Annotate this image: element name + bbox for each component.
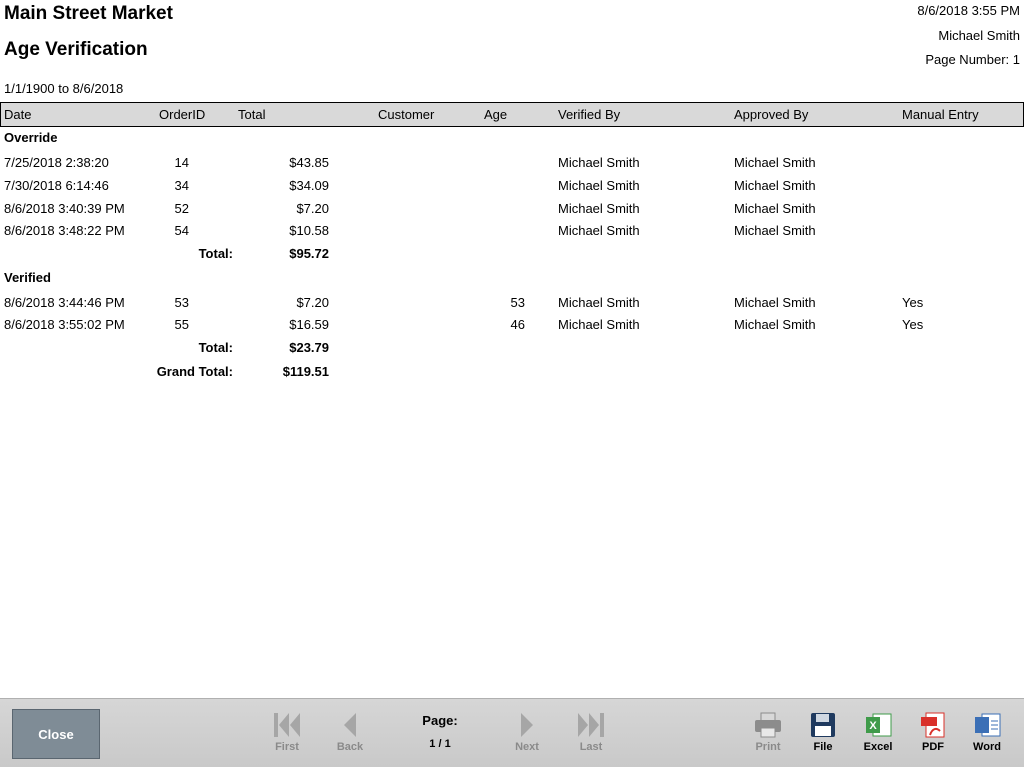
word-button[interactable]: Word — [962, 711, 1012, 757]
page-label: Page: — [422, 713, 458, 728]
printer-icon — [755, 712, 781, 738]
first-page-button[interactable]: First — [262, 711, 312, 757]
back-label: Back — [336, 741, 364, 753]
group-total-label: Total: — [198, 246, 233, 261]
cell-order-id: 52 — [174, 201, 189, 216]
cell-date: 8/6/2018 3:55:02 PM — [4, 317, 125, 332]
grand-total-value: $119.51 — [282, 364, 329, 379]
report-user: Michael Smith — [938, 28, 1020, 43]
cell-total: $34.09 — [289, 178, 329, 193]
cell-age: 53 — [510, 295, 525, 310]
cell-order-id: 14 — [174, 155, 189, 170]
last-page-icon — [578, 713, 604, 737]
grand-total-label: Grand Total: — [156, 364, 233, 379]
cell-date: 7/25/2018 2:38:20 — [4, 155, 109, 170]
cell-total: $10.58 — [289, 223, 329, 238]
report-title: Age Verification — [4, 39, 148, 60]
cell-approved-by: Michael Smith — [734, 317, 816, 332]
cell-date: 8/6/2018 3:40:39 PM — [4, 201, 125, 216]
cell-order-id: 53 — [174, 295, 189, 310]
cell-order-id: 34 — [174, 178, 189, 193]
cell-date: 7/30/2018 6:14:46 — [4, 178, 109, 193]
cell-order-id: 54 — [174, 223, 189, 238]
cell-verified-by: Michael Smith — [558, 155, 640, 170]
cell-approved-by: Michael Smith — [734, 201, 816, 216]
first-page-icon — [274, 713, 300, 737]
next-label: Next — [515, 741, 539, 753]
cell-approved-by: Michael Smith — [734, 178, 816, 193]
page-indicator: Page: 1 / 1 — [410, 713, 470, 750]
next-page-icon — [521, 713, 533, 737]
excel-icon: X — [866, 713, 892, 737]
cell-approved-by: Michael Smith — [734, 295, 816, 310]
pdf-button[interactable]: PDF — [908, 711, 958, 757]
company-name: Main Street Market — [4, 3, 173, 24]
group-heading-override: Override — [4, 130, 58, 145]
column-total: Total — [238, 107, 266, 122]
last-page-label: Last — [579, 741, 603, 753]
cell-manual-entry: Yes — [902, 295, 924, 310]
excel-label: Excel — [863, 741, 893, 753]
floppy-disk-icon — [811, 713, 835, 737]
cell-approved-by: Michael Smith — [734, 223, 816, 238]
cell-verified-by: Michael Smith — [558, 295, 640, 310]
previous-page-icon — [344, 713, 356, 737]
file-label: File — [813, 741, 833, 753]
report-toolbar: Close First Back Page: 1 / 1 Next Last P… — [0, 698, 1024, 767]
word-icon — [975, 713, 1001, 737]
printed-timestamp: 8/6/2018 3:55 PM — [917, 3, 1020, 18]
svg-text:X: X — [869, 720, 877, 732]
column-date: Date — [4, 107, 32, 122]
cell-verified-by: Michael Smith — [558, 201, 640, 216]
cell-order-id: 55 — [174, 317, 189, 332]
file-button[interactable]: File — [798, 711, 848, 757]
column-approved-by: Approved By — [734, 107, 809, 122]
close-button[interactable]: Close — [12, 709, 100, 759]
column-manual-entry: Manual Entry — [902, 107, 979, 122]
date-range: 1/1/1900 to 8/6/2018 — [4, 81, 124, 96]
column-customer: Customer — [378, 107, 435, 122]
group-total-value: $95.72 — [289, 246, 329, 261]
print-button[interactable]: Print — [743, 711, 793, 757]
cell-approved-by: Michael Smith — [734, 155, 816, 170]
excel-button[interactable]: X Excel — [853, 711, 903, 757]
cell-date: 8/6/2018 3:48:22 PM — [4, 223, 125, 238]
print-label: Print — [755, 741, 781, 753]
first-page-label: First — [275, 741, 299, 753]
back-button[interactable]: Back — [325, 711, 375, 757]
group-total-label: Total: — [198, 340, 233, 355]
page-value: 1 / 1 — [429, 738, 451, 750]
cell-total: $16.59 — [289, 317, 329, 332]
cell-verified-by: Michael Smith — [558, 178, 640, 193]
last-page-button[interactable]: Last — [566, 711, 616, 757]
page-number: Page Number: 1 — [925, 52, 1020, 67]
column-order-id: OrderID — [159, 107, 206, 122]
pdf-label: PDF — [922, 741, 944, 753]
column-header-row: Date OrderID Total Customer Age Verified… — [0, 102, 1024, 127]
cell-verified-by: Michael Smith — [558, 223, 640, 238]
pdf-icon — [921, 712, 945, 738]
cell-manual-entry: Yes — [902, 317, 924, 332]
next-button[interactable]: Next — [502, 711, 552, 757]
group-total-value: $23.79 — [289, 340, 329, 355]
column-age: Age — [484, 107, 508, 122]
cell-total: $7.20 — [296, 201, 329, 216]
word-label: Word — [973, 741, 1001, 753]
cell-age: 46 — [510, 317, 525, 332]
cell-verified-by: Michael Smith — [558, 317, 640, 332]
cell-date: 8/6/2018 3:44:46 PM — [4, 295, 125, 310]
column-verified-by: Verified By — [558, 107, 621, 122]
group-heading-verified: Verified — [4, 270, 51, 285]
cell-total: $43.85 — [289, 155, 329, 170]
cell-total: $7.20 — [296, 295, 329, 310]
